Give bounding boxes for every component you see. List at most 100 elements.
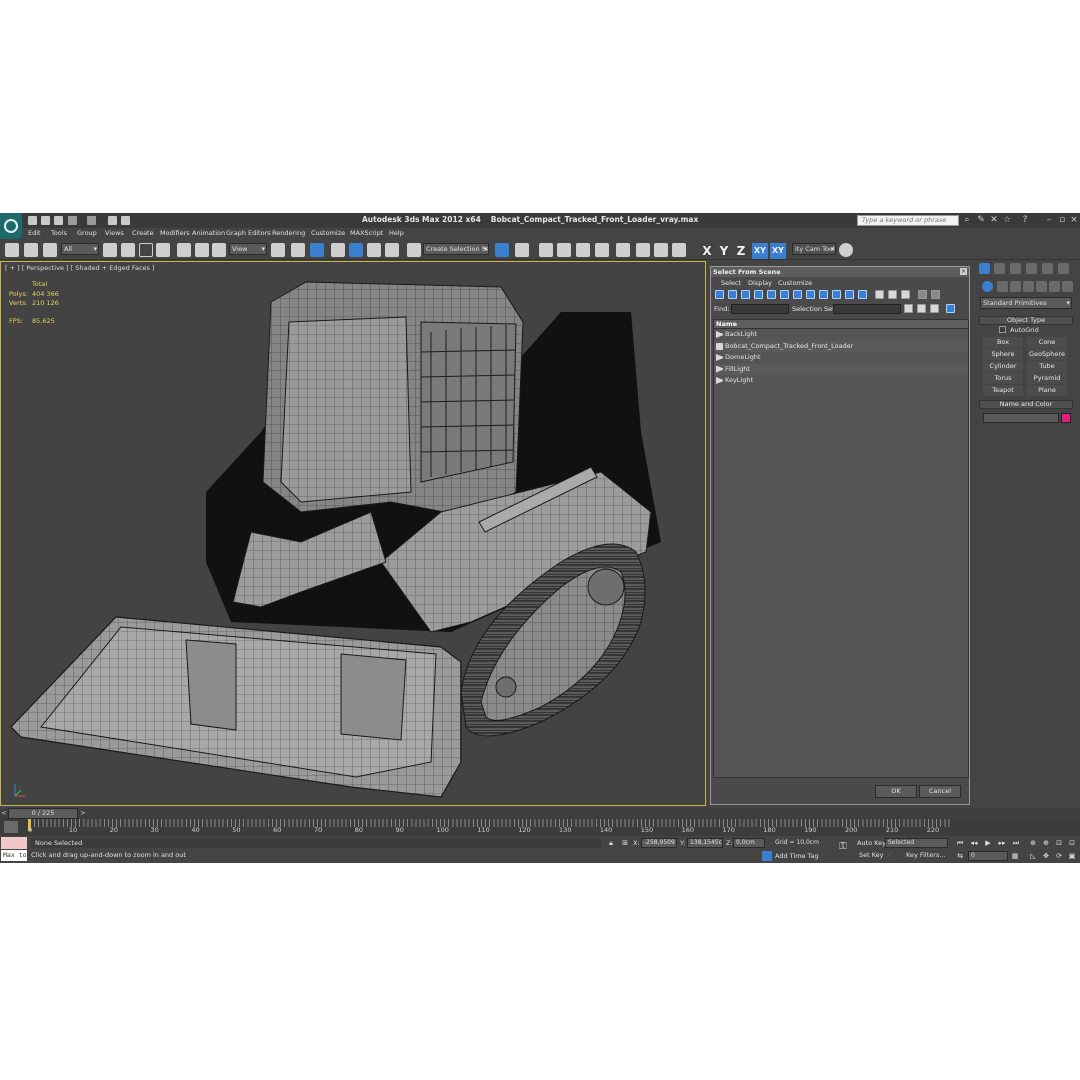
menu-maxscript[interactable]: MAXScript [350, 229, 383, 237]
menu-rendering[interactable]: Rendering [272, 229, 305, 237]
pan-view-icon[interactable]: ✥ [1041, 851, 1051, 861]
rotate-icon[interactable] [195, 243, 209, 257]
geosphere-button[interactable]: GeoSphere [1027, 349, 1067, 360]
angle-snap-icon[interactable] [349, 243, 363, 257]
list-item[interactable]: DomeLight [714, 352, 968, 364]
spacewarps-category-icon[interactable] [1049, 281, 1060, 292]
maxscript-listener-input[interactable]: Max to [1, 850, 27, 861]
cone-button[interactable]: Cone [1027, 337, 1067, 348]
zoom-extents-all-icon[interactable]: ⊡ [1067, 838, 1077, 848]
spinner-snap-icon[interactable] [385, 243, 399, 257]
filter-containers-icon[interactable] [832, 290, 841, 299]
scene-object-list[interactable]: Name BackLight Bobcat_Compact_Tracked_Fr… [713, 319, 969, 778]
dialog-menu-customize[interactable]: Customize [778, 279, 812, 287]
set-key-button[interactable]: Set Key [859, 851, 884, 859]
mirror-icon[interactable] [495, 243, 509, 257]
helpers-category-icon[interactable] [1036, 281, 1047, 292]
help-icon[interactable]: ? [1020, 215, 1030, 225]
cylinder-button[interactable]: Cylinder [983, 361, 1023, 372]
motion-tab-icon[interactable] [1026, 263, 1037, 274]
menu-edit[interactable]: Edit [28, 229, 41, 237]
select-dependents-icon[interactable] [930, 304, 939, 313]
lights-category-icon[interactable] [1010, 281, 1021, 292]
snaps-toggle-icon[interactable] [331, 243, 345, 257]
axis-z-button[interactable]: Z [733, 243, 749, 259]
filter-settings-icon[interactable] [931, 290, 940, 299]
cancel-button[interactable]: Cancel [919, 785, 961, 798]
filter-xrefs-icon[interactable] [806, 290, 815, 299]
name-and-color-rollout[interactable]: Name and Color [979, 400, 1073, 409]
pyramid-button[interactable]: Pyramid [1027, 373, 1067, 384]
keyboard-shortcut-override-icon[interactable] [310, 243, 324, 257]
find-input[interactable] [731, 304, 789, 314]
current-frame-field[interactable]: 0 [968, 851, 1008, 861]
graphite-ribbon-icon[interactable] [557, 243, 571, 257]
percent-snap-icon[interactable] [367, 243, 381, 257]
key-mode-toggle-icon[interactable]: ⇆ [955, 851, 965, 861]
help-search-input[interactable]: Type a keyword or phrase [857, 215, 959, 226]
edit-named-selection-icon[interactable] [407, 243, 421, 257]
mini-curve-editor-icon[interactable] [4, 821, 18, 833]
key-filter-icon[interactable]: ⟋ [885, 850, 895, 860]
layer-manager-icon[interactable] [539, 243, 553, 257]
selection-filter-dropdown[interactable]: All [61, 243, 99, 255]
filter-hidden-icon[interactable] [858, 290, 867, 299]
maximize-viewport-icon[interactable]: ▣ [1067, 851, 1077, 861]
scale-icon[interactable] [212, 243, 226, 257]
auto-key-button[interactable]: Auto Key [857, 839, 886, 847]
box-button[interactable]: Box [983, 337, 1023, 348]
plane-button[interactable]: Plane [1027, 385, 1067, 396]
ok-button[interactable]: OK [875, 785, 917, 798]
pivot-center-icon[interactable] [271, 243, 285, 257]
torus-button[interactable]: Torus [983, 373, 1023, 384]
go-to-end-icon[interactable]: ⏭ [1011, 838, 1021, 848]
column-name-header[interactable]: Name [714, 320, 968, 329]
menu-help[interactable]: Help [389, 229, 404, 237]
app-logo-button[interactable] [0, 213, 22, 239]
align-icon[interactable] [515, 243, 529, 257]
material-editor-icon[interactable] [616, 243, 630, 257]
key-filters-button[interactable]: Key Filters... [906, 851, 946, 859]
filter-lights-icon[interactable] [741, 290, 750, 299]
filter-geometry-icon[interactable] [715, 290, 724, 299]
select-manipulate-icon[interactable] [291, 243, 305, 257]
geometry-category-icon[interactable] [982, 281, 993, 292]
open-file-icon[interactable] [41, 216, 50, 225]
selection-lock-icon[interactable]: 🔒︎ [606, 838, 616, 848]
coord-x-field[interactable]: -258,9509 [641, 838, 677, 848]
favorites-icon[interactable]: ☆ [1002, 215, 1012, 225]
teapot-button[interactable]: Teapot [983, 385, 1023, 396]
systems-category-icon[interactable] [1062, 281, 1073, 292]
zoom-all-icon[interactable]: ⊕ [1041, 838, 1051, 848]
object-color-swatch[interactable] [1061, 413, 1071, 423]
undo-icon[interactable] [68, 216, 77, 225]
rendered-frame-window-icon[interactable] [654, 243, 668, 257]
sync-selection-icon[interactable] [946, 304, 955, 313]
filter-bones-icon[interactable] [819, 290, 828, 299]
shapes-category-icon[interactable] [997, 281, 1008, 292]
create-tab-icon[interactable] [979, 263, 990, 274]
filter-cameras-icon[interactable] [754, 290, 763, 299]
menu-customize[interactable]: Customize [311, 229, 345, 237]
perspective-viewport[interactable]: [ + ] [ Perspective ] [ Shaded + Edged F… [0, 261, 706, 806]
unlink-icon[interactable] [24, 243, 38, 257]
select-children-icon[interactable] [917, 304, 926, 313]
sphere-button[interactable]: Sphere [983, 349, 1023, 360]
filter-shapes-icon[interactable] [728, 290, 737, 299]
play-icon[interactable]: ▶ [983, 838, 993, 848]
search-icon[interactable]: ⌕ [962, 215, 972, 225]
axis-xy-button[interactable]: XY [752, 243, 768, 259]
axis-y-button[interactable]: Y [716, 243, 732, 259]
maximize-icon[interactable]: ▫ [1057, 215, 1067, 225]
tube-button[interactable]: Tube [1027, 361, 1067, 372]
key-mode-dropdown[interactable]: Selected [885, 838, 948, 848]
axis-xy-cycle-button[interactable]: XY [770, 243, 786, 259]
previous-frame-icon[interactable]: ◂◂ [969, 838, 979, 848]
display-all-icon[interactable] [875, 290, 884, 299]
schematic-view-icon[interactable] [595, 243, 609, 257]
filter-frozen-icon[interactable] [845, 290, 854, 299]
menu-graph-editors[interactable]: Graph Editors [226, 229, 271, 237]
display-none-icon[interactable] [888, 290, 897, 299]
time-slider-knob[interactable]: 0 / 225 [8, 808, 78, 819]
utilities-tab-icon[interactable] [1058, 263, 1069, 274]
